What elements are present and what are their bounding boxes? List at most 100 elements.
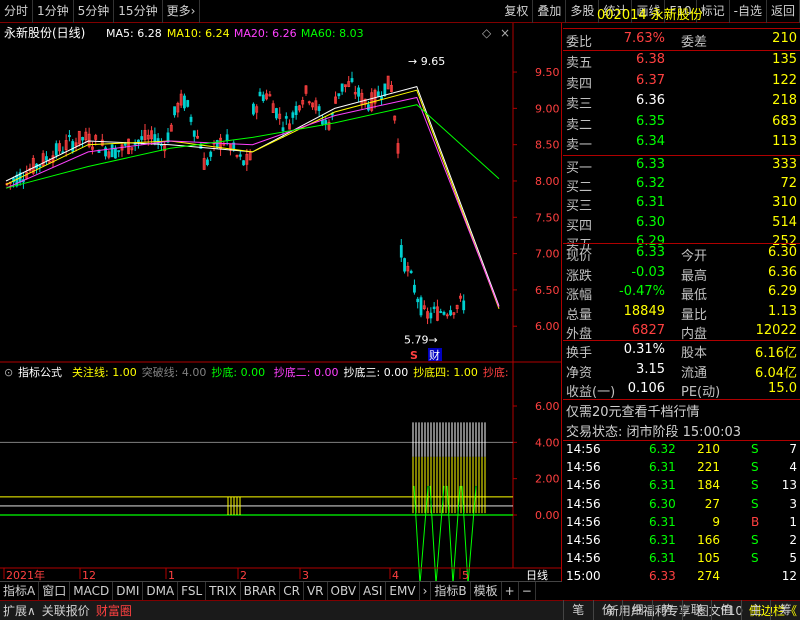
kline-chart-svg[interactable]: 永新股份(日线) MA5: 6.28 MA10: 6.24 MA20: 6.26 MA6… [0,23,562,597]
ma-legend: MA60: 8.03 [301,27,364,40]
tick-count: 5 [789,551,797,566]
ind-tick-label: 6.00 [535,400,560,413]
indicator-tab[interactable]: − [519,581,536,601]
panel-tab[interactable]: 联 [681,600,712,620]
indicator-tab[interactable]: OBV [328,581,361,601]
candle-body [399,245,403,258]
toolbar-item[interactable]: 更多› [163,0,201,23]
panel-tab[interactable]: 笔 [563,600,593,620]
tick-price: 6.31 [649,478,676,493]
indicator-toggle-icon[interactable]: ⊙ [4,366,13,379]
candle-body [189,116,193,122]
toolbar-item[interactable]: 叠加 [533,0,567,23]
candle-body [449,310,452,316]
indicator-tab[interactable]: + [502,581,519,601]
toolbar-item[interactable]: 5分钟 [74,0,115,23]
candle-body [284,116,288,119]
candle-body [281,127,285,132]
candle-body [317,106,321,111]
toolbar-item[interactable]: 15分钟 [114,0,163,23]
panel-tab[interactable]: 细 [622,600,652,620]
candle-body [442,312,446,315]
candle-body [38,165,42,167]
quote-label2: 今开 [681,249,708,264]
tick-volume: 105 [697,551,720,566]
bid-row: 买二 6.32 72 [563,176,800,196]
toolbar-item[interactable]: 复权 [500,0,534,23]
indicator-legend: 抄底二: 0.00 [274,365,339,379]
candle-body [409,270,413,273]
period-label[interactable]: 日线 [526,568,548,582]
toolbar-item[interactable]: 1分钟 [33,0,74,23]
row-price: 6.33 [636,157,665,172]
status-item[interactable]: 财富圈 [93,602,135,619]
bid-row: 买一 6.33 333 [563,157,800,177]
finance-badge[interactable]: 财 [429,348,440,362]
tick-row: 15:00 6.33 274 12 [563,569,800,587]
indicator-tab[interactable]: EMV [386,581,420,601]
indicator-tab[interactable]: DMA [143,581,179,601]
indicator-tab[interactable]: BRAR [241,581,281,601]
row-price: 6.38 [636,52,665,67]
candle-body [275,108,278,119]
price-tick-label: 6.50 [535,284,560,297]
candle-body [383,83,387,97]
chart-close-icon[interactable]: × [500,26,510,40]
indicator-tab[interactable]: › [420,581,432,601]
low-price-label: 5.79→ [404,333,438,346]
indicator-tab[interactable]: CR [280,581,304,601]
panel-tab[interactable]: 势 [651,600,682,620]
ask-row: 卖五 6.38 135 [563,52,800,72]
stock-title[interactable]: 002014 永新股份 [563,4,800,24]
panel-tab[interactable]: 主 [740,600,771,620]
ind-tick-label: 2.00 [535,473,560,486]
indicator-tab[interactable]: TRIX [206,581,241,601]
quote-row: 涨幅 -0.47% 最低 6.29 [563,284,800,304]
toolbar-item[interactable]: 分时 [0,0,34,23]
ask-row: 卖二 6.35 683 [563,114,800,134]
tick-volume: 210 [697,442,720,456]
candle-body [68,135,71,138]
stats-divider [563,340,800,341]
tick-time: 15:00 [566,569,601,584]
quote-value: 3.15 [636,361,665,377]
status-item[interactable]: 关联报价 [39,602,93,619]
row-price: 6.31 [636,195,665,211]
indicator-tab[interactable]: DMI [113,581,144,601]
tick-count: 3 [789,496,797,511]
signal-s-badge[interactable]: S [410,349,418,362]
indicator-tab[interactable]: 窗口 [39,581,71,601]
panel-tab[interactable]: 价 [592,600,623,620]
row-price: 6.35 [636,113,665,129]
indicator-tab[interactable]: MACD [70,581,114,601]
tick-row: 14:56 6.32 210 S 7 [563,442,800,460]
indicator-tab[interactable]: FSL [178,581,207,601]
tick-row: 14:56 6.31 105 S 5 [563,551,800,569]
indicator-legend: 抄底: [483,365,509,379]
promo-link[interactable]: 仅需20元查看千档行情 [563,401,800,421]
panel-tab[interactable]: 筹 [770,600,800,620]
indicator-tab[interactable]: VR [304,581,328,601]
candle-body [340,83,344,92]
candle-body [419,297,423,316]
indicator-tabs: 指标A 窗口 MACD DMI DMA FSL TRIX BRAR CR VR OBV ASI EMV ›… [0,581,562,601]
quote-value: 18849 [623,303,665,319]
kline-chart-area[interactable]: 永新股份(日线) MA5: 6.28 MA10: 6.24 MA20: 6.26 MA6… [0,23,562,597]
candle-body [321,119,324,125]
quote-value2: 6.29 [768,284,797,299]
status-item[interactable]: 扩展∧ [0,602,39,619]
candle-body [350,78,354,82]
indicator-tab[interactable]: 指标B [431,581,471,601]
candle-body [45,156,48,161]
panel-tab[interactable]: 值 [711,600,741,620]
chart-diamond-icon[interactable]: ◇ [482,26,492,40]
price-tick-label: 8.00 [535,175,560,188]
quote-label: 换手 [566,346,593,361]
candle-body [376,91,380,97]
indicator-tab[interactable]: 模板 [471,581,502,601]
indicator-tab[interactable]: 指标A [0,581,40,601]
quote-value: 6827 [631,323,665,338]
quote-value2: 12022 [755,323,797,338]
weicha-label: 委差 [681,35,708,50]
indicator-tab[interactable]: ASI [360,581,387,601]
